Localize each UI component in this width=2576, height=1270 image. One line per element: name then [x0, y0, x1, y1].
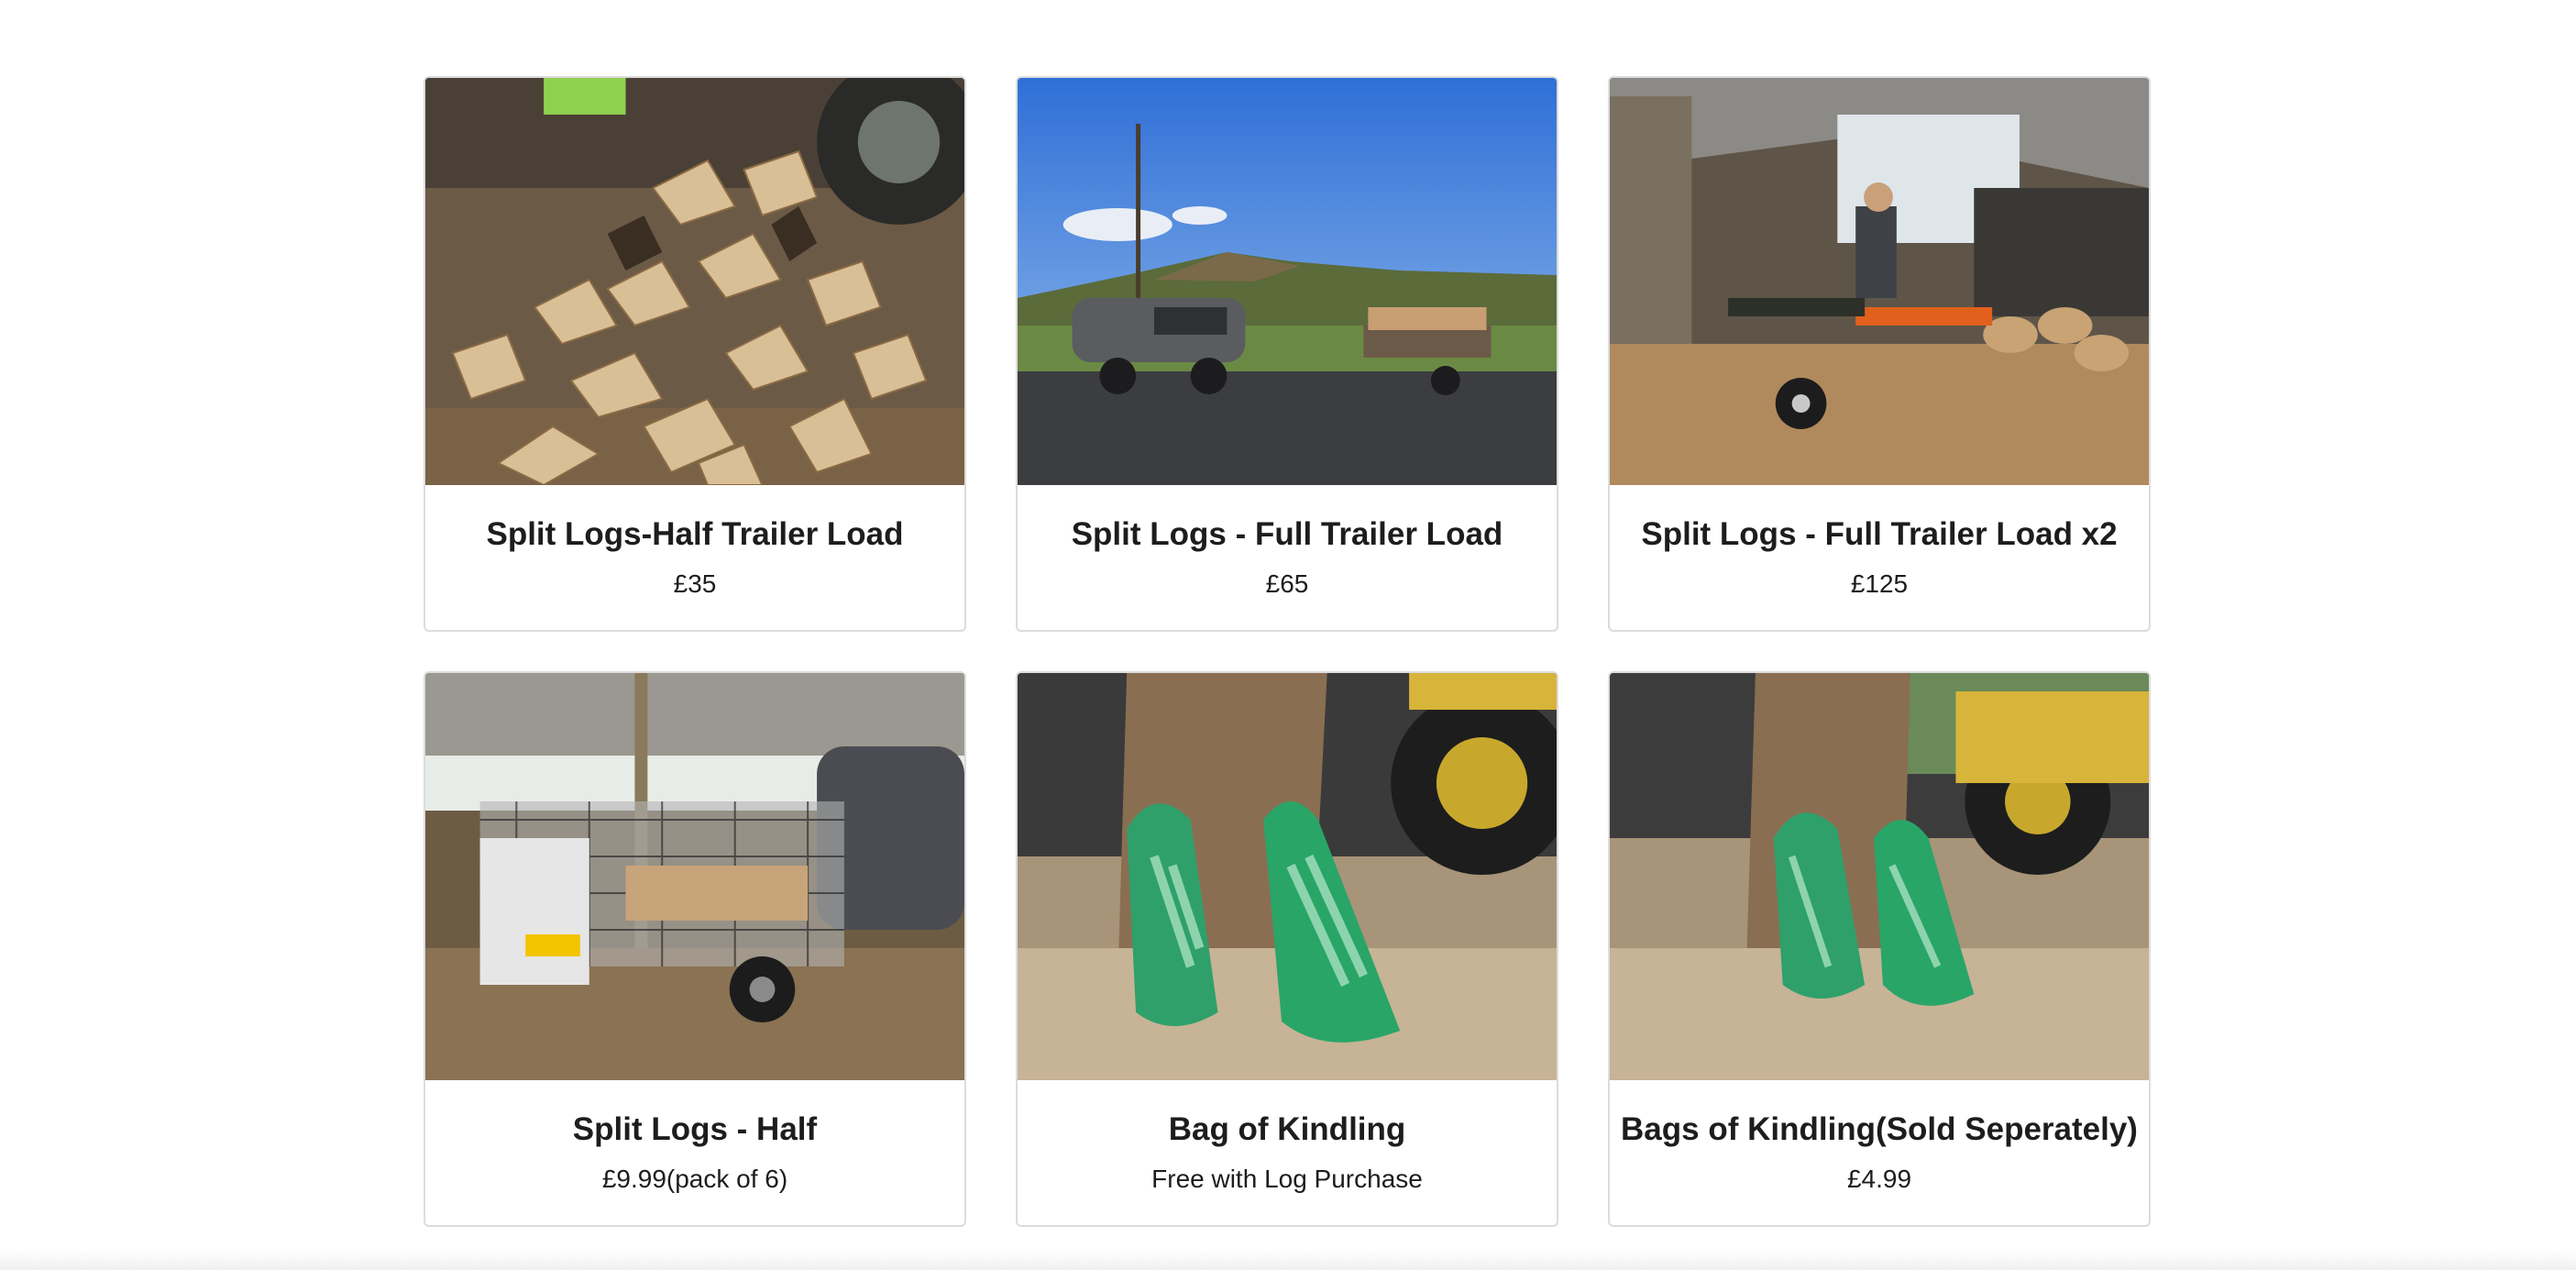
- product-card[interactable]: Split Logs - Half £9.99(pack of 6): [424, 671, 966, 1227]
- product-card[interactable]: Split Logs - Full Trailer Load x2 £125: [1608, 76, 2151, 632]
- van-trailer-image[interactable]: [1018, 78, 1557, 485]
- trailer-in-barn-image[interactable]: [425, 673, 964, 1080]
- log-splitter-image[interactable]: [1610, 78, 2149, 485]
- product-card[interactable]: Bags of Kindling(Sold Seperately) £4.99: [1608, 671, 2151, 1227]
- product-price: £35: [673, 569, 717, 598]
- card-body: Split Logs - Half £9.99(pack of 6): [425, 1080, 964, 1225]
- product-price: Free with Log Purchase: [1151, 1165, 1423, 1193]
- product-card[interactable]: Bag of Kindling Free with Log Purchase: [1016, 671, 1558, 1227]
- product-card[interactable]: Split Logs - Full Trailer Load £65: [1016, 76, 1558, 632]
- card-body: Bags of Kindling(Sold Seperately) £4.99: [1610, 1080, 2149, 1225]
- product-title[interactable]: Split Logs-Half Trailer Load: [425, 514, 964, 555]
- kindling-bags-jcb-image[interactable]: [1610, 673, 2149, 1080]
- log-pile-image[interactable]: [425, 78, 964, 485]
- kindling-bags-image[interactable]: [1018, 673, 1557, 1080]
- product-card[interactable]: Split Logs-Half Trailer Load £35: [424, 76, 966, 632]
- page: Split Logs-Half Trailer Load £35 Split L…: [0, 0, 2576, 1270]
- product-grid: Split Logs-Half Trailer Load £35 Split L…: [424, 76, 2152, 1227]
- bottom-shadow: [0, 1250, 2576, 1270]
- card-body: Split Logs - Full Trailer Load £65: [1018, 485, 1557, 630]
- product-title[interactable]: Split Logs - Full Trailer Load: [1018, 514, 1557, 555]
- card-body: Split Logs - Full Trailer Load x2 £125: [1610, 485, 2149, 630]
- card-body: Bag of Kindling Free with Log Purchase: [1018, 1080, 1557, 1225]
- card-body: Split Logs-Half Trailer Load £35: [425, 485, 964, 630]
- product-title[interactable]: Split Logs - Half: [425, 1110, 964, 1150]
- product-price: £9.99(pack of 6): [601, 1165, 788, 1193]
- product-price: £125: [1850, 569, 1909, 598]
- product-title[interactable]: Bag of Kindling: [1018, 1110, 1557, 1150]
- product-price: £65: [1265, 569, 1309, 598]
- product-price: £4.99: [1846, 1165, 1912, 1193]
- product-title[interactable]: Bags of Kindling(Sold Seperately): [1610, 1110, 2149, 1150]
- product-title[interactable]: Split Logs - Full Trailer Load x2: [1610, 514, 2149, 555]
